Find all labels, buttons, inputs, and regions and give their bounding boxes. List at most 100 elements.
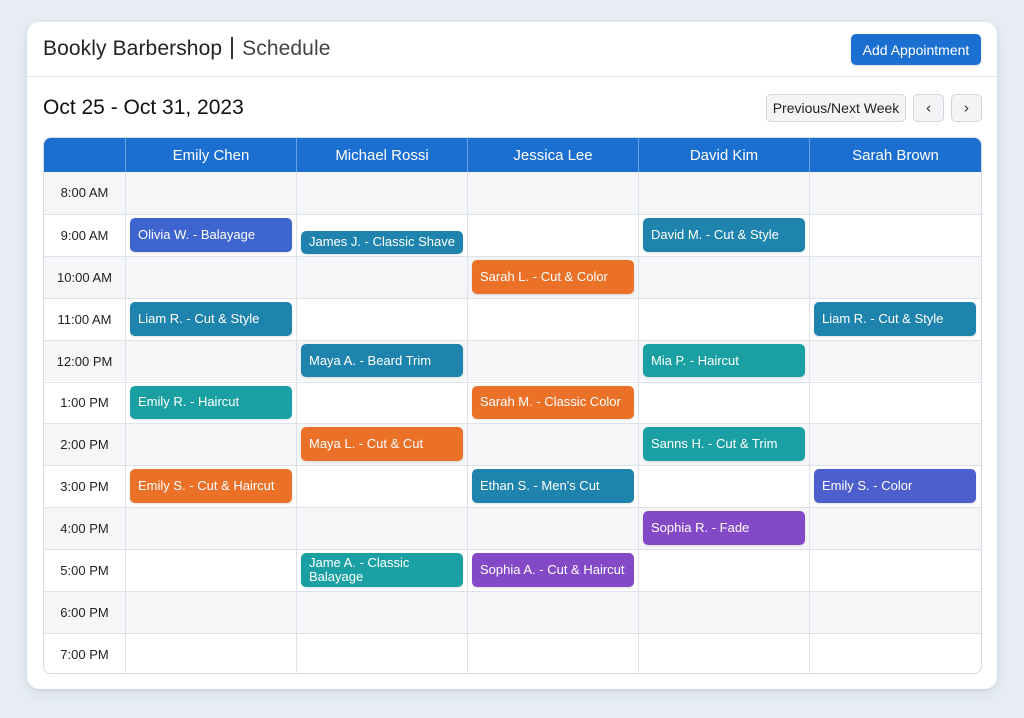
schedule-slot[interactable] [810, 215, 981, 256]
schedule-slot[interactable] [126, 340, 297, 382]
appointment-label: James J. - Classic Shave [309, 234, 455, 250]
time-label: 7:00 PM [44, 633, 126, 673]
appointment-card[interactable]: Sanns H. - Cut & Trim [643, 427, 805, 462]
appointment-card[interactable]: Maya L. - Cut & Cut [301, 427, 463, 462]
schedule-slot[interactable] [297, 382, 468, 424]
appointment-card[interactable]: Ethan S. - Men's Cut [472, 469, 634, 504]
appointment-label: Sanns H. - Cut & Trim [651, 436, 778, 452]
appointment-label: Sophia R. - Fade [651, 520, 750, 536]
schedule-slot[interactable] [468, 214, 639, 256]
schedule-slot[interactable] [126, 424, 297, 466]
appointment-card[interactable]: James J. - Classic Shave [301, 230, 463, 254]
staff-column-header: Jessica Lee [468, 138, 639, 172]
schedule-slot[interactable] [810, 383, 981, 424]
schedule-slot[interactable] [126, 256, 297, 298]
appointment-card[interactable]: Sarah M. - Classic Color [472, 385, 634, 420]
schedule-slot[interactable] [468, 633, 639, 673]
time-label: 8:00 AM [44, 172, 126, 214]
schedule-slot[interactable] [639, 466, 810, 508]
schedule-slot[interactable] [810, 257, 981, 298]
chevron-right-icon: › [963, 99, 970, 117]
chevron-left-icon: ‹ [925, 99, 932, 117]
time-column-header [44, 138, 126, 172]
schedule-slot[interactable] [639, 256, 810, 298]
schedule-slot[interactable] [639, 172, 810, 214]
schedule-slot[interactable] [468, 172, 639, 214]
date-range-title: Oct 25 - Oct 31, 2023 [43, 96, 244, 119]
schedule-slot[interactable] [639, 592, 810, 633]
schedule-slot[interactable] [810, 508, 981, 549]
schedule-slot[interactable] [810, 341, 981, 382]
appointment-card[interactable]: David M. - Cut & Style [643, 217, 805, 252]
schedule-slot[interactable] [639, 633, 810, 673]
appointment-card[interactable]: Mia P. - Haircut [643, 343, 805, 378]
schedule-slot[interactable] [297, 298, 468, 340]
schedule-slot[interactable] [126, 633, 297, 673]
time-label: 1:00 PM [44, 382, 126, 424]
schedule-slot[interactable] [468, 424, 639, 466]
appointment-card[interactable]: Liam R. - Cut & Style [130, 301, 292, 336]
appointment-label: Emily S. - Color [822, 478, 913, 494]
appointment-label: Liam R. - Cut & Style [822, 310, 944, 326]
schedule-slot[interactable] [297, 466, 468, 508]
appointment-card[interactable]: Sophia A. - Cut & Haircut [472, 553, 634, 587]
appointment-label: Liam R. - Cut & Style [138, 310, 260, 326]
time-slot-row: 6:00 PM [44, 591, 981, 633]
schedule-slot[interactable] [810, 592, 981, 633]
schedule-slot[interactable] [810, 550, 981, 591]
appointment-label: Mia P. - Haircut [651, 352, 739, 368]
previous-next-week-button[interactable]: Previous/Next Week [766, 94, 906, 122]
schedule-slot[interactable] [297, 508, 468, 550]
schedule-slot[interactable] [468, 508, 639, 550]
schedule-slot[interactable] [810, 172, 981, 214]
appointment-card[interactable]: Sarah L. - Cut & Color [472, 259, 634, 294]
schedule-slot[interactable] [468, 592, 639, 633]
schedule-body: 8:00 AM 9:00 AM 10:00 AM 11:00 AM 12:00 PM 1:… [44, 172, 981, 673]
appointment-card[interactable]: Emily S. - Color [814, 469, 976, 504]
schedule-slot[interactable] [639, 298, 810, 340]
schedule-slot[interactable] [468, 298, 639, 340]
add-appointment-button[interactable]: Add Appointment [851, 34, 981, 65]
title-divider [231, 37, 234, 59]
appointment-card[interactable]: Maya A. - Beard Trim [301, 343, 463, 378]
schedule-slot[interactable] [810, 424, 981, 465]
staff-column-header: Emily Chen [126, 138, 297, 172]
time-label: 4:00 PM [44, 508, 126, 550]
appointment-card[interactable]: Olivia W. - Balayage [130, 217, 292, 252]
time-slot-row: 4:00 PM [44, 507, 981, 550]
appointment-label: Sophia A. - Cut & Haircut [480, 562, 625, 578]
appointment-card[interactable]: Jame A. - Classic Balayage [301, 553, 463, 587]
schedule-grid: Emily Chen Michael Rossi Jessica Lee David … [43, 137, 982, 674]
schedule-slot[interactable] [639, 382, 810, 424]
appointment-label: Jame A. - Classic Balayage [309, 555, 410, 585]
appointment-label: David M. - Cut & Style [651, 226, 779, 242]
schedule-slot[interactable] [297, 633, 468, 673]
previous-week-button[interactable]: ‹ [913, 94, 944, 122]
schedule-slot[interactable] [126, 508, 297, 550]
appointment-label: Maya L. - Cut & Cut [309, 436, 424, 452]
schedule-slot[interactable] [297, 172, 468, 214]
appointment-label: Maya A. - Beard Trim [309, 352, 432, 368]
time-slot-row: 8:00 AM [44, 172, 981, 214]
schedule-slot[interactable] [810, 634, 981, 673]
schedule-slot[interactable] [126, 550, 297, 591]
schedule-slot[interactable] [297, 592, 468, 633]
time-label: 12:00 PM [44, 340, 126, 382]
schedule-slot[interactable] [468, 340, 639, 382]
appointment-label: Emily S. - Cut & Haircut [138, 478, 275, 494]
schedule-slot[interactable] [297, 256, 468, 298]
appointment-card[interactable]: Emily S. - Cut & Haircut [130, 469, 292, 504]
schedule-slot[interactable] [126, 592, 297, 633]
appointment-card[interactable]: Liam R. - Cut & Style [814, 301, 976, 336]
appointment-card[interactable]: Emily R. - Haircut [130, 385, 292, 420]
time-label: 10:00 AM [44, 256, 126, 298]
next-week-button[interactable]: › [951, 94, 982, 122]
staff-column-header: Michael Rossi [297, 138, 468, 172]
schedule-slot[interactable] [639, 550, 810, 591]
staff-column-header: Sarah Brown [852, 146, 939, 164]
time-label: 9:00 AM [44, 214, 126, 256]
appointment-label: Sarah M. - Classic Color [480, 394, 621, 410]
app-header: Bookly Barbershop Schedule Add Appointmen… [27, 22, 997, 77]
schedule-slot[interactable] [126, 172, 297, 214]
appointment-card[interactable]: Sophia R. - Fade [643, 511, 805, 546]
